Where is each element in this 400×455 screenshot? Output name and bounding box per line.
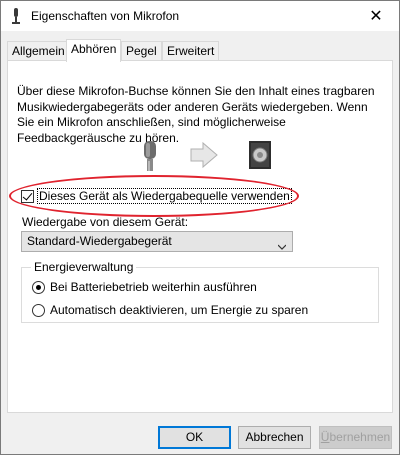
radio-label: Automatisch deaktivieren, um Energie zu … xyxy=(50,303,309,317)
arrow-right-icon xyxy=(190,141,218,169)
microphone-icon xyxy=(8,7,24,25)
chevron-down-icon xyxy=(277,238,287,250)
tab-abhoeren[interactable]: Abhören xyxy=(66,39,122,62)
playback-device-value: Standard-Wiedergabegerät xyxy=(27,234,172,248)
listen-illustration xyxy=(141,139,281,173)
window-title: Eigenschaften von Mikrofon xyxy=(31,9,180,23)
radio-keep-running[interactable]: Bei Batteriebetrieb weiterhin ausführen xyxy=(32,279,257,295)
playback-device-select[interactable]: Standard-Wiedergabegerät xyxy=(21,231,293,252)
close-icon: ✕ xyxy=(369,8,383,25)
radio-label: Bei Batteriebetrieb weiterhin ausführen xyxy=(50,280,257,294)
title-bar: Eigenschaften von Mikrofon ✕ xyxy=(1,1,399,31)
listen-checkbox-row[interactable]: Dieses Gerät als Wiedergabequelle verwen… xyxy=(21,187,292,205)
tab-erweitert[interactable]: Erweitert xyxy=(162,41,220,61)
listen-checkbox-label[interactable]: Dieses Gerät als Wiedergabequelle verwen… xyxy=(37,188,292,204)
ok-button[interactable]: OK xyxy=(158,426,231,449)
apply-button[interactable]: Übernehmen xyxy=(319,426,392,449)
playback-device-label: Wiedergabe von diesem Gerät: xyxy=(22,215,189,229)
listen-checkbox[interactable] xyxy=(21,189,34,203)
tab-pegel[interactable]: Pegel xyxy=(121,41,162,61)
tab-strip: Allgemein Abhören Pegel Erweitert xyxy=(7,39,393,62)
radio-button[interactable] xyxy=(32,280,45,294)
dialog-window: Eigenschaften von Mikrofon ✕ Allgemein A… xyxy=(0,0,400,455)
power-management-title: Energieverwaltung xyxy=(31,260,137,274)
apply-label-rest: bernehmen xyxy=(329,430,391,444)
description-text: Über diese Mikrofon-Buchse können Sie de… xyxy=(17,84,375,145)
close-button[interactable]: ✕ xyxy=(353,1,399,31)
radio-auto-disable[interactable]: Automatisch deaktivieren, um Energie zu … xyxy=(32,302,308,318)
cancel-button[interactable]: Abbrechen xyxy=(238,426,311,449)
speaker-icon xyxy=(249,141,271,169)
radio-button[interactable] xyxy=(32,303,45,317)
microphone-icon xyxy=(144,141,156,171)
tab-allgemein[interactable]: Allgemein xyxy=(7,41,70,61)
